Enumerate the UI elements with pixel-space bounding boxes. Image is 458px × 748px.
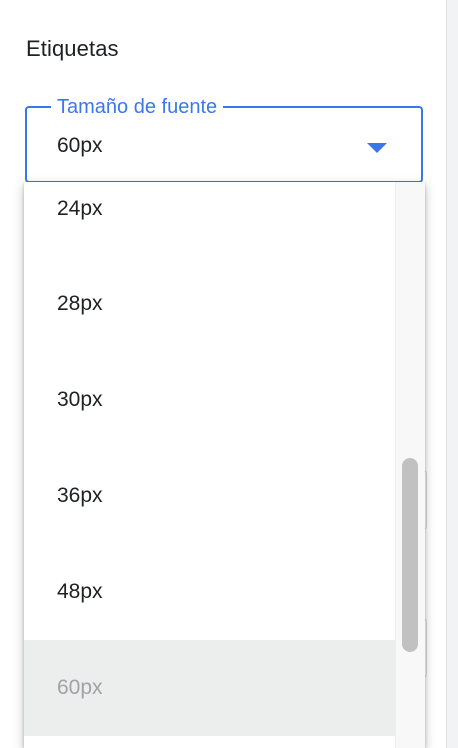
option-60px-selected[interactable]: 60px xyxy=(24,640,396,736)
scrollbar-thumb[interactable] xyxy=(402,458,418,652)
font-size-dropdown: 24px 28px 30px 36px 48px 60px xyxy=(24,182,425,748)
font-size-select[interactable]: Tamaño de fuente 60px xyxy=(25,95,423,183)
option-48px[interactable]: 48px xyxy=(24,544,396,640)
settings-panel: Etiquetas Tamaño de fuente 60px 24px 28p… xyxy=(0,0,447,748)
font-size-select-value: 60px xyxy=(57,134,103,157)
font-size-select-label: Tamaño de fuente xyxy=(51,95,224,119)
dropdown-scrollbar[interactable] xyxy=(395,182,425,748)
caret-down-icon[interactable] xyxy=(367,143,387,153)
option-24px[interactable]: 24px xyxy=(24,182,396,257)
page-scroll-gutter xyxy=(447,0,458,748)
option-30px[interactable]: 30px xyxy=(24,352,396,448)
section-title: Etiquetas xyxy=(26,36,119,61)
option-28px[interactable]: 28px xyxy=(24,256,396,352)
option-36px[interactable]: 36px xyxy=(24,448,396,544)
